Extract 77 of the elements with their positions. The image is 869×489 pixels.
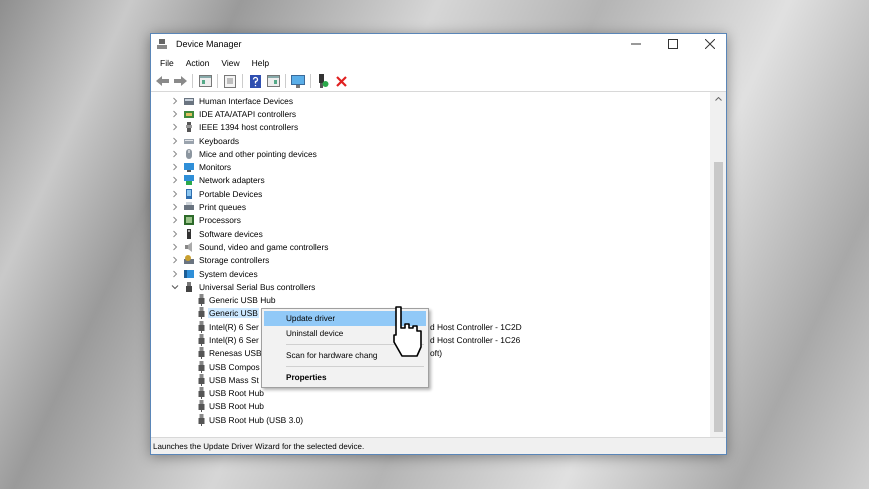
usb-plug-icon <box>197 387 206 400</box>
tree-item[interactable]: Mice and other pointing devices <box>198 148 318 159</box>
tree-item[interactable]: Portable Devices <box>198 188 264 199</box>
tree-item[interactable]: IDE ATA/ATAPI controllers <box>198 108 298 119</box>
usb-plug-icon <box>197 347 206 360</box>
forward-button[interactable] <box>172 73 188 89</box>
tree-item[interactable]: Universal Serial Bus controllers <box>198 282 316 292</box>
window-title: Device Manager <box>176 39 243 49</box>
menu-option[interactable]: Scan for hardware chang <box>264 348 426 363</box>
tree-item[interactable]: USB Root Hub <box>208 401 265 412</box>
tree-item[interactable]: Intel(R) 6 Ser <box>208 322 260 332</box>
tree-item-text: d Host Controller - 1C26 <box>430 334 520 345</box>
tree-item[interactable]: USB Root Hub <box>208 388 265 398</box>
console-tree-button[interactable] <box>197 73 213 89</box>
status-bar-text: Launches the Update Driver Wizard for the selected device. <box>151 437 726 454</box>
menu-item[interactable]: View <box>215 58 246 68</box>
device-category-icon <box>184 282 194 292</box>
tree-item[interactable]: Generic USB Hub <box>208 295 277 306</box>
usb-plug-icon <box>197 400 206 412</box>
computer-icon <box>157 39 167 49</box>
device-category-icon <box>184 255 194 266</box>
usb-plug-icon <box>197 294 206 306</box>
tree-item[interactable]: System devices <box>198 268 259 278</box>
tree-item[interactable]: Storage controllers <box>198 255 270 266</box>
scroll-up-icon[interactable] <box>714 97 722 101</box>
device-category-icon <box>184 162 194 172</box>
device-category-icon <box>184 268 194 278</box>
device-category-icon <box>184 96 194 106</box>
device-category-icon <box>184 242 194 252</box>
tree-item[interactable]: Keyboards <box>198 136 240 146</box>
menu-item[interactable]: Help <box>246 58 276 68</box>
tree-item[interactable]: Processors <box>198 215 242 226</box>
usb-plug-icon <box>197 360 206 373</box>
device-category-icon <box>184 148 194 159</box>
usb-plug-icon <box>197 414 206 426</box>
tree-item[interactable]: Renesas USB <box>208 348 263 358</box>
help-button[interactable] <box>247 73 263 89</box>
scrollbar-thumb[interactable] <box>714 162 722 432</box>
action-pane-button[interactable] <box>265 73 281 89</box>
tree-item[interactable]: USB Compos <box>208 362 261 372</box>
menu-option[interactable]: Update driver <box>264 311 426 326</box>
device-category-icon <box>184 175 194 186</box>
tree-item[interactable]: Software devices <box>198 228 264 239</box>
usb-plug-icon <box>197 374 206 386</box>
menu-option[interactable]: Properties <box>264 370 426 385</box>
tree-item-text: oft) <box>430 348 442 358</box>
usb-plug-icon <box>197 334 206 346</box>
device-category-icon <box>184 108 194 119</box>
tree-item[interactable]: Network adapters <box>198 175 266 186</box>
device-category-icon <box>184 215 194 226</box>
tree-item[interactable]: Sound, video and game controllers <box>198 242 330 252</box>
tree-item[interactable]: Monitors <box>198 162 232 172</box>
tree-item-text: d Host Controller - 1C2D <box>430 322 522 332</box>
tree-item[interactable]: Generic USB <box>208 308 259 318</box>
menu-item[interactable]: Action <box>180 58 216 68</box>
close-icon <box>705 39 715 49</box>
tree-item[interactable]: Human Interface Devices <box>198 96 294 106</box>
tree-item[interactable]: Print queues <box>198 202 248 212</box>
device-category-icon <box>184 202 194 212</box>
tree-item[interactable]: USB Mass St <box>208 374 260 385</box>
device-category-icon <box>184 122 194 132</box>
back-button[interactable] <box>154 73 170 89</box>
tree-item[interactable]: Intel(R) 6 Ser <box>208 334 260 345</box>
menu-option[interactable]: Uninstall device <box>264 326 426 341</box>
tree-item[interactable]: USB Root Hub (USB 3.0) <box>208 414 304 425</box>
usb-plug-icon <box>197 320 206 333</box>
device-category-icon <box>184 188 194 199</box>
usb-plug-icon <box>197 307 206 320</box>
properties-button[interactable] <box>222 73 238 89</box>
scrollbar[interactable] <box>710 92 726 437</box>
hand-cursor-icon <box>391 306 425 358</box>
monitor-button[interactable] <box>290 73 306 89</box>
device-category-icon <box>184 228 194 239</box>
menu-item[interactable]: File <box>154 58 180 68</box>
uninstall-button[interactable] <box>333 73 349 89</box>
maximize-icon <box>668 39 678 49</box>
tree-item[interactable]: IEEE 1394 host controllers <box>198 122 300 132</box>
